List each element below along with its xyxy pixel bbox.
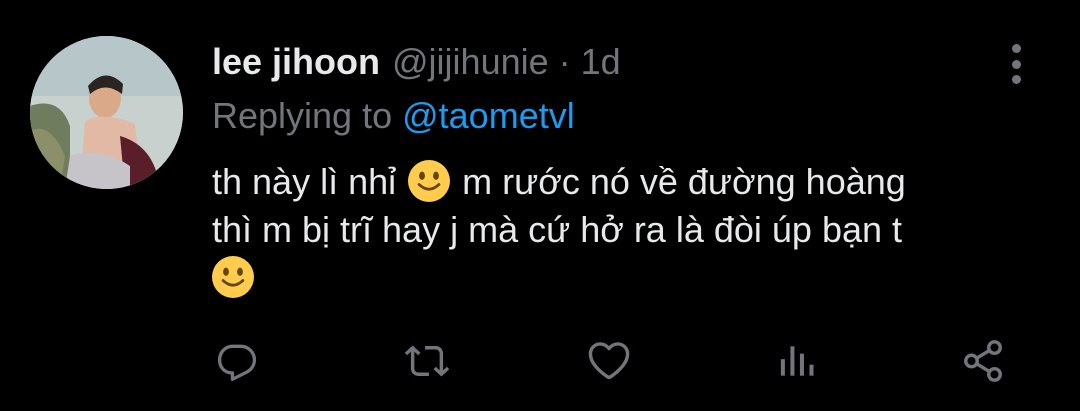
slightly-smiling-face-icon	[212, 256, 254, 298]
avatar-photo	[30, 36, 183, 189]
dot	[1011, 59, 1021, 69]
like-button[interactable]	[584, 336, 634, 386]
reply-button[interactable]	[212, 336, 262, 386]
reply-icon	[217, 344, 257, 381]
tweet-header: lee jihoon @jijihunie · 1d	[212, 38, 621, 86]
display-name[interactable]: lee jihoon	[212, 38, 380, 86]
reply-prefix: Replying to	[212, 95, 393, 136]
tweet-text-line-2: thì m bị trĩ hay j mà cứ hở ra là đòi úp…	[212, 209, 903, 250]
retweet-button[interactable]	[402, 336, 452, 386]
user-handle[interactable]: @jijihunie	[392, 38, 549, 86]
analytics-icon	[780, 346, 814, 376]
share-icon	[964, 340, 1002, 382]
tweet[interactable]: lee jihoon @jijihunie · 1d Replying to @t…	[0, 0, 1080, 411]
separator-dot: ·	[558, 41, 571, 82]
dot	[1011, 44, 1021, 53]
tweet-actions	[212, 336, 1012, 386]
tweet-text-line-1: th này lì nhỉ m rước nó về đường hoàng	[212, 158, 1032, 206]
like-icon	[588, 342, 630, 380]
reply-context: Replying to @taometvl	[212, 92, 575, 140]
slightly-smiling-face-icon	[408, 160, 451, 202]
avatar[interactable]	[30, 36, 183, 189]
reply-handle-link[interactable]: @taometvl	[402, 95, 575, 136]
timestamp[interactable]: 1d	[581, 38, 621, 86]
tweet-text-segment: th này lì nhỉ	[212, 161, 397, 202]
more-options-icon[interactable]	[1002, 44, 1030, 84]
analytics-button[interactable]	[772, 336, 822, 386]
share-button[interactable]	[958, 336, 1008, 386]
tweet-text: th này lì nhỉ m rước nó về đường hoàng t…	[212, 158, 1032, 302]
tweet-text-segment: m rước nó về đường hoàng	[462, 161, 906, 202]
dot	[1011, 75, 1021, 84]
tweet-text-line-3	[212, 254, 1032, 302]
retweet-icon	[404, 345, 450, 377]
